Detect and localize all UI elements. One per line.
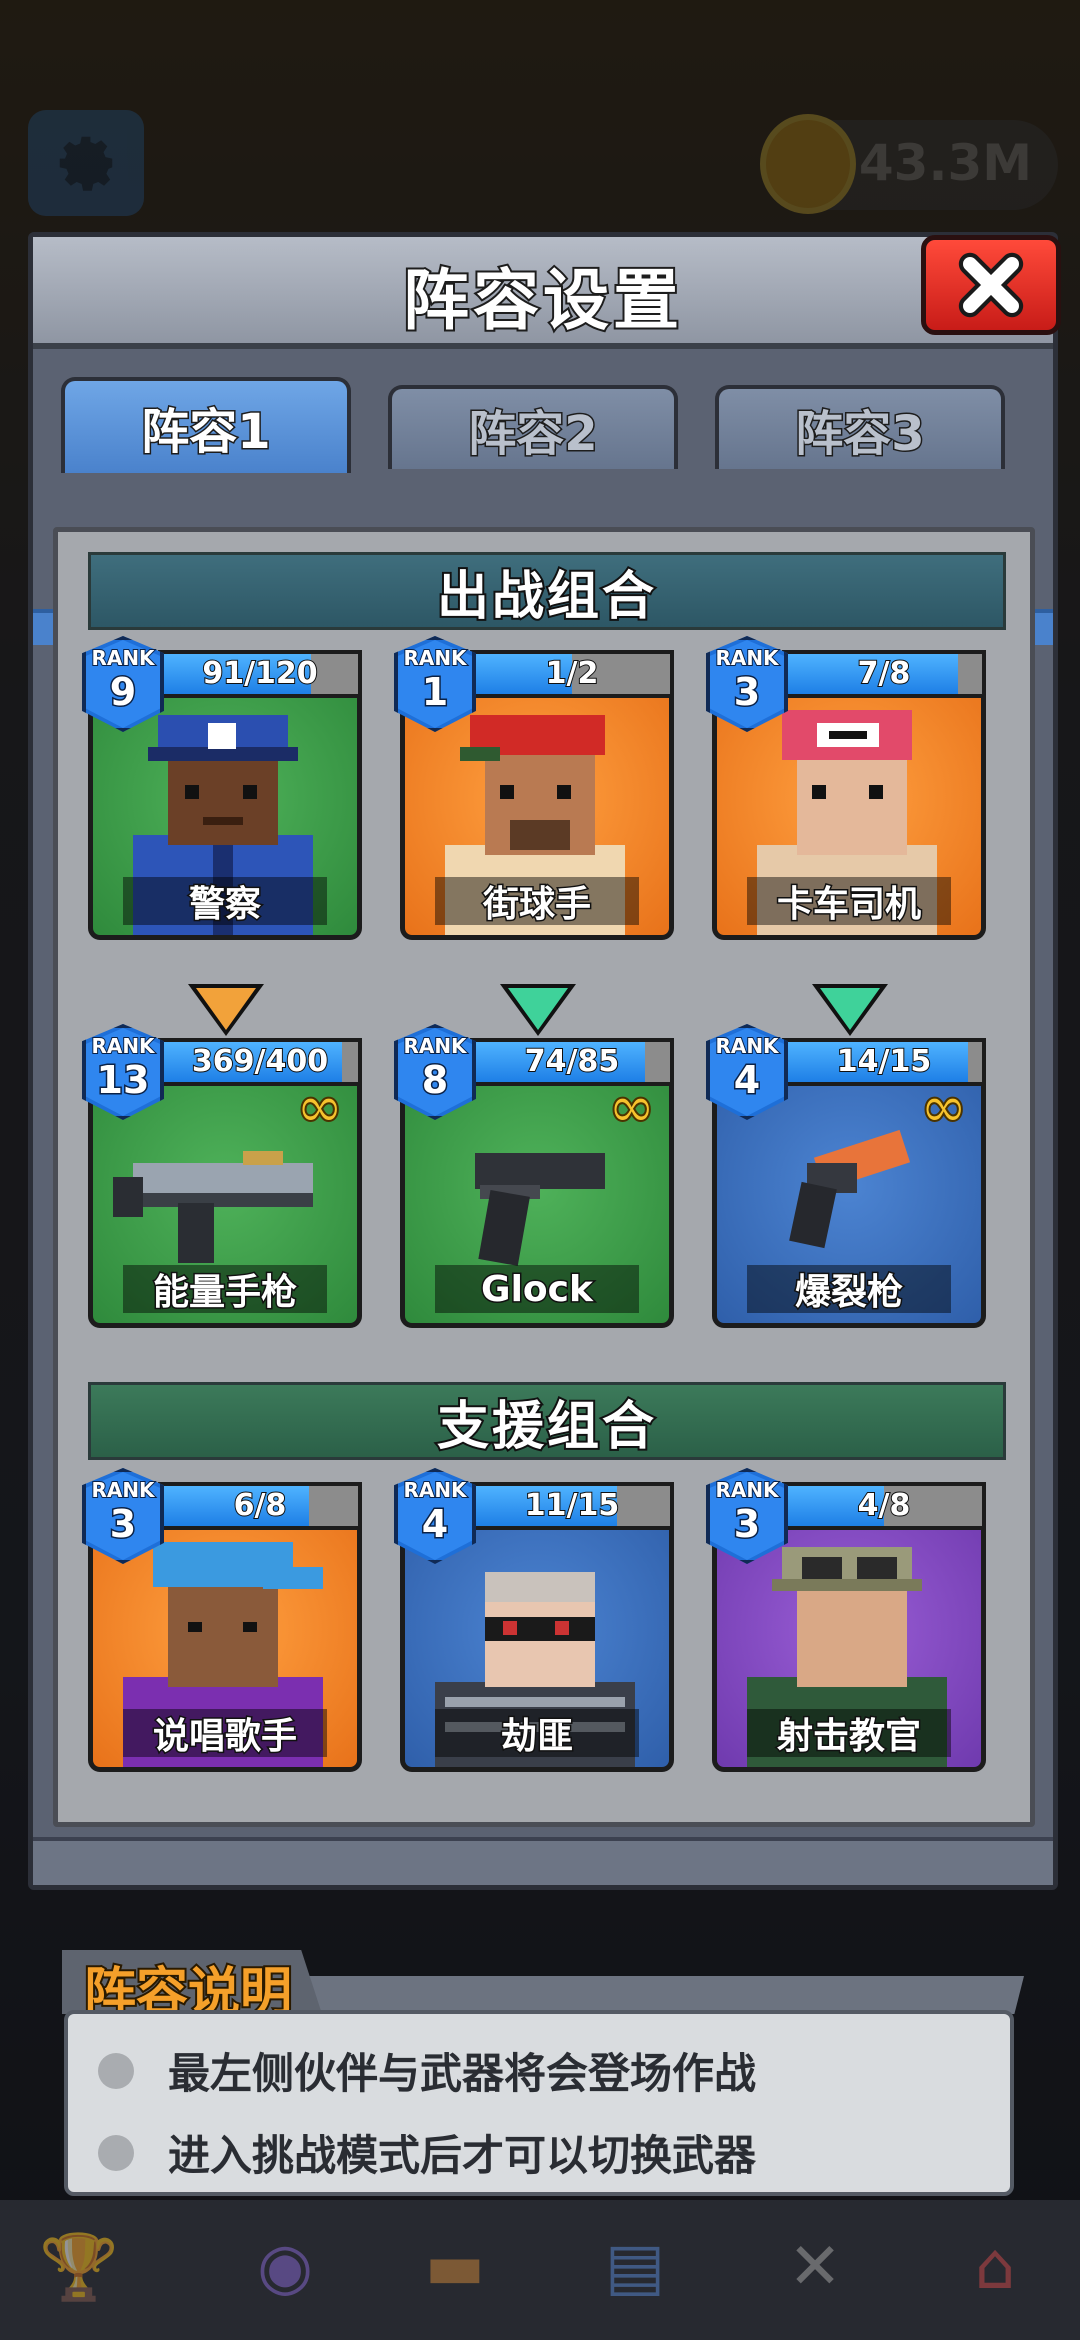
partner-card-truck-driver[interactable]: 卡车司机 7/8 RANK 3 xyxy=(706,636,986,940)
close-icon xyxy=(958,252,1024,318)
rank-label: RANK xyxy=(714,645,779,671)
rank-badge: RANK 4 xyxy=(394,1468,476,1564)
progress-text: 14/15 xyxy=(836,1043,932,1080)
rank-badge: RANK 4 xyxy=(706,1024,788,1120)
partner-card-rapper[interactable]: 说唱歌手 6/8 RANK 3 xyxy=(82,1468,362,1772)
rank-label: RANK xyxy=(402,645,467,671)
trophy-icon[interactable]: 🏆 xyxy=(24,2212,134,2322)
weapon-name: Glock xyxy=(435,1265,639,1313)
rank-badge: RANK 9 xyxy=(82,636,164,732)
modal-footer xyxy=(33,1837,1053,1885)
team-icon[interactable]: ◉ xyxy=(230,2212,340,2322)
rank-number: 1 xyxy=(420,669,449,716)
arrow-down-icon xyxy=(188,984,264,1036)
rank-label: RANK xyxy=(714,1033,779,1059)
progress-bar: 369/400 xyxy=(158,1038,362,1086)
book-icon[interactable]: ▤ xyxy=(580,2212,690,2322)
rank-badge: RANK 3 xyxy=(706,636,788,732)
rank-number: 3 xyxy=(108,1501,137,1548)
lineup-tabs: 阵容1 阵容2 阵容3 xyxy=(33,377,1053,645)
description-text: 最左侧伙伴与武器将会登场作战 xyxy=(168,2049,757,2098)
weapon-name: 能量手枪 xyxy=(123,1265,327,1315)
partner-name: 警察 xyxy=(123,877,327,927)
support-section-title: 支援组合 xyxy=(88,1382,1006,1460)
rank-badge: RANK 1 xyxy=(394,636,476,732)
rank-label: RANK xyxy=(402,1033,467,1059)
partner-card-streetballer[interactable]: 街球手 1/2 RANK 1 xyxy=(394,636,674,940)
rank-badge: RANK 13 xyxy=(82,1024,164,1120)
description-line: 最左侧伙伴与武器将会登场作战 xyxy=(98,2040,756,2101)
rank-number: 3 xyxy=(732,1501,761,1548)
progress-bar: 14/15 xyxy=(782,1038,986,1086)
partner-name: 劫匪 xyxy=(435,1709,639,1759)
modal-header: 阵容设置 xyxy=(33,235,1061,349)
progress-text: 91/120 xyxy=(201,655,318,692)
infinite-ammo-icon: ∞ xyxy=(919,1075,968,1140)
weapon-name: 爆裂枪 xyxy=(747,1265,951,1315)
progress-bar: 91/120 xyxy=(158,650,362,698)
rank-label: RANK xyxy=(90,1477,155,1503)
infinite-ammo-icon: ∞ xyxy=(295,1075,344,1140)
tab-lineup-1[interactable]: 阵容1 xyxy=(61,377,351,473)
progress-bar: 1/2 xyxy=(470,650,674,698)
rank-label: RANK xyxy=(402,1477,467,1503)
partner-name: 卡车司机 xyxy=(747,877,951,927)
bullet-icon xyxy=(98,2052,134,2089)
crossed-swords-icon[interactable]: ✕ xyxy=(760,2212,870,2322)
partner-card-shooting-instructor[interactable]: 射击教官 4/8 RANK 3 xyxy=(706,1468,986,1772)
description-line: 进入挑战模式后才可以切换武器 xyxy=(98,2122,756,2183)
progress-bar: 4/8 xyxy=(782,1482,986,1530)
infinite-ammo-icon: ∞ xyxy=(607,1075,656,1140)
rank-number: 9 xyxy=(108,669,137,716)
progress-text: 7/8 xyxy=(857,655,912,692)
gun-icon[interactable]: ▬ xyxy=(400,2212,510,2322)
bullet-icon xyxy=(98,2134,134,2171)
progress-bar: 74/85 xyxy=(470,1038,674,1086)
partner-card-police[interactable]: 警察 91/120 RANK 9 xyxy=(82,636,362,940)
rank-number: 4 xyxy=(732,1057,761,1104)
battle-section-title: 出战组合 xyxy=(88,552,1006,630)
arrow-down-icon xyxy=(812,984,888,1036)
rank-number: 8 xyxy=(420,1057,449,1104)
rank-number: 13 xyxy=(95,1057,151,1104)
progress-text: 1/2 xyxy=(545,655,600,692)
close-button[interactable] xyxy=(921,235,1061,335)
partner-name: 说唱歌手 xyxy=(123,1709,327,1759)
rank-badge: RANK 3 xyxy=(82,1468,164,1564)
description-box: 最左侧伙伴与武器将会登场作战 进入挑战模式后才可以切换武器 xyxy=(64,2010,1014,2196)
weapon-card-glock[interactable]: ∞ Glock 74/85 RANK 8 xyxy=(394,1024,674,1328)
progress-text: 4/8 xyxy=(857,1487,912,1524)
lineup-panel: 出战组合 警察 91/120 RANK 9 街球手 1/2 RANK 1 卡车司… xyxy=(53,527,1035,1827)
description-text: 进入挑战模式后才可以切换武器 xyxy=(168,2131,757,2180)
rank-label: RANK xyxy=(90,1033,155,1059)
rank-label: RANK xyxy=(714,1477,779,1503)
weapon-card-energy-pistol[interactable]: ∞ 能量手枪 369/400 RANK 13 xyxy=(82,1024,362,1328)
partner-name: 街球手 xyxy=(435,877,639,927)
rank-number: 4 xyxy=(420,1501,449,1548)
progress-text: 74/85 xyxy=(524,1043,620,1080)
rank-number: 3 xyxy=(732,669,761,716)
shop-icon[interactable]: ⌂ xyxy=(940,2212,1050,2322)
modal-title: 阵容设置 xyxy=(401,260,683,341)
rank-badge: RANK 8 xyxy=(394,1024,476,1120)
rank-label: RANK xyxy=(90,645,155,671)
bottom-navigation xyxy=(0,2200,1080,2340)
weapon-card-flare-gun[interactable]: ∞ 爆裂枪 14/15 RANK 4 xyxy=(706,1024,986,1328)
partner-name: 射击教官 xyxy=(747,1709,951,1759)
progress-text: 6/8 xyxy=(233,1487,288,1524)
progress-bar: 11/15 xyxy=(470,1482,674,1530)
partner-card-robber[interactable]: 劫匪 11/15 RANK 4 xyxy=(394,1468,674,1772)
progress-bar: 7/8 xyxy=(782,650,986,698)
progress-text: 369/400 xyxy=(191,1043,329,1080)
arrow-down-icon xyxy=(500,984,576,1036)
rank-badge: RANK 3 xyxy=(706,1468,788,1564)
tab-lineup-3[interactable]: 阵容3 xyxy=(715,385,1005,469)
progress-text: 11/15 xyxy=(524,1487,620,1524)
progress-bar: 6/8 xyxy=(158,1482,362,1530)
tab-lineup-2[interactable]: 阵容2 xyxy=(388,385,678,469)
lineup-settings-modal: 阵容设置 阵容1 阵容2 阵容3 出战组合 警察 91/120 RANK 9 街… xyxy=(28,232,1061,1890)
